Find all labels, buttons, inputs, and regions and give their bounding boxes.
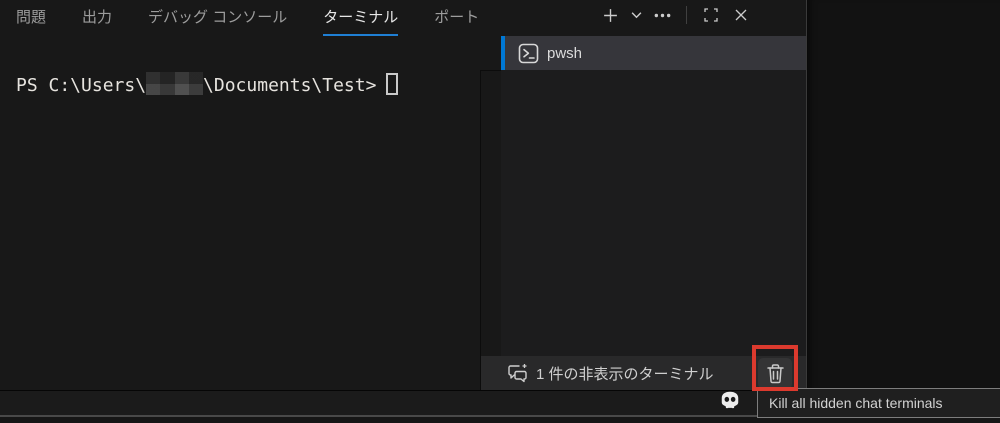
vscode-terminal-panel: 問題 出力 デバッグ コンソール ターミナル ポート PS C:\Users\ …	[0, 0, 1000, 423]
kill-hidden-terminals-button[interactable]	[758, 358, 792, 389]
tab-terminal[interactable]: ターミナル	[323, 0, 399, 36]
chat-sparkle-icon	[507, 363, 529, 383]
tab-output[interactable]: 出力	[82, 0, 112, 36]
hidden-terminals-row[interactable]: 1 件の非表示のターミナル	[481, 356, 806, 390]
terminal-split-sash[interactable]	[480, 70, 481, 390]
censored-username-mosaic	[146, 72, 204, 95]
ellipsis-icon	[654, 13, 671, 18]
maximize-panel-button[interactable]	[699, 3, 723, 27]
prompt-prefix: PS C:\Users\	[16, 75, 147, 96]
secondary-panel-area	[806, 0, 1000, 390]
tab-ports[interactable]: ポート	[434, 0, 479, 36]
tab-debug-console[interactable]: デバッグ コンソール	[148, 0, 287, 36]
close-icon	[734, 8, 748, 22]
terminal-icon	[518, 43, 539, 64]
copilot-icon	[717, 388, 743, 414]
terminal-item-label: pwsh	[547, 44, 583, 62]
terminal-prompt-line[interactable]: PS C:\Users\ \Documents\Test>	[16, 72, 399, 98]
copilot-status-button[interactable]	[716, 387, 744, 415]
terminal-profile-dropdown[interactable]	[628, 3, 644, 27]
terminal-split-sash-corner	[480, 70, 502, 71]
panel-toolbar	[598, 0, 753, 30]
new-terminal-button[interactable]	[598, 3, 622, 27]
prompt-suffix: \Documents\Test>	[203, 75, 377, 96]
more-actions-button[interactable]	[650, 3, 674, 27]
screen-full-icon	[703, 7, 719, 23]
close-panel-button[interactable]	[729, 3, 753, 27]
tab-problems[interactable]: 問題	[16, 0, 46, 36]
tooltip: Kill all hidden chat terminals	[757, 388, 1000, 418]
trash-icon	[766, 363, 785, 384]
hidden-terminals-label: 1 件の非表示のターミナル	[536, 365, 714, 383]
plus-icon	[602, 7, 619, 24]
terminal-tabs-list: pwsh	[501, 36, 806, 390]
terminal-list-item-pwsh[interactable]: pwsh	[501, 36, 806, 70]
terminal-cursor	[386, 73, 399, 95]
chevron-down-icon	[631, 11, 642, 19]
tooltip-text: Kill all hidden chat terminals	[769, 395, 943, 411]
toolbar-separator	[686, 6, 687, 24]
